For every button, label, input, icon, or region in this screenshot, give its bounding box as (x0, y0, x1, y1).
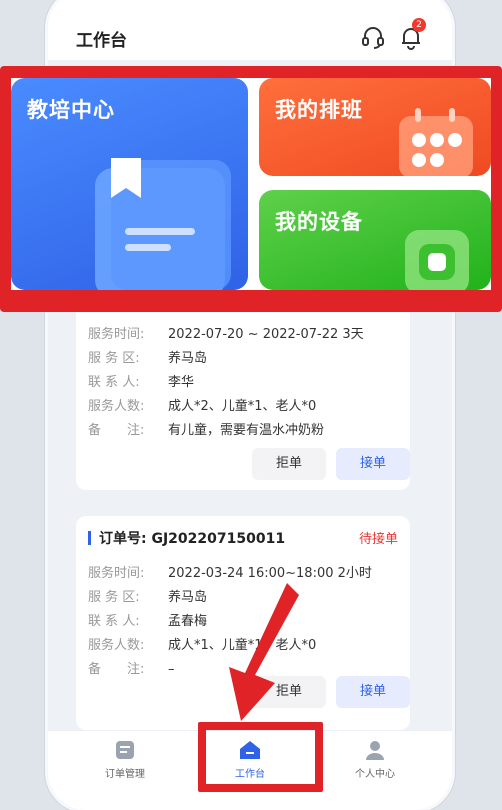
calendar-icon (399, 108, 473, 176)
order-accent-bar (88, 531, 91, 545)
order1-reject-button[interactable]: 拒单 (252, 448, 326, 480)
tile-my-schedule[interactable]: 我的排班 (259, 78, 491, 176)
headset-icon[interactable] (360, 24, 386, 50)
order2-accept-button[interactable]: 接单 (336, 676, 410, 708)
user-icon (366, 741, 384, 760)
annotation-arrow-icon (229, 583, 299, 721)
order-list-icon (116, 741, 134, 759)
order2-service-area: 服 务 区: 养马岛 (88, 590, 208, 605)
order1-contact: 联 系 人: 李华 (88, 375, 195, 390)
device-chip-icon (405, 230, 469, 290)
book-icon (95, 158, 231, 290)
page-title: 工作台 (76, 31, 127, 51)
order2-contact: 联 系 人: 孟春梅 (88, 614, 208, 629)
app-header: 工作台 2 (48, 0, 452, 60)
order1-accept-button[interactable]: 接单 (336, 448, 410, 480)
order2-number: 订单号: GJ202207150011 (88, 528, 285, 548)
tab-profile[interactable]: 个人中心 (320, 739, 430, 780)
order1-service-area: 服 务 区: 养马岛 (88, 351, 208, 366)
annotation-highlight-workbench-tab (198, 722, 323, 792)
order1-people: 服务人数: 成人*2、儿童*1、老人*0 (88, 399, 317, 414)
feature-banner: 教培中心 我的排班 我的设备 (11, 78, 491, 290)
tile-my-devices[interactable]: 我的设备 (259, 190, 491, 290)
order1-remark: 备 注: 有儿童，需要有温水冲奶粉 (88, 423, 325, 438)
order2-status-badge: 待接单 (358, 532, 398, 547)
notification-badge: 2 (412, 18, 426, 32)
tile-training-center[interactable]: 教培中心 (11, 78, 248, 290)
tab-order-management[interactable]: 订单管理 (70, 739, 180, 780)
order2-remark: 备 注: – (88, 662, 175, 677)
order1-service-time: 服务时间: 2022-07-20 ~ 2022-07-22 3天 (88, 327, 364, 342)
